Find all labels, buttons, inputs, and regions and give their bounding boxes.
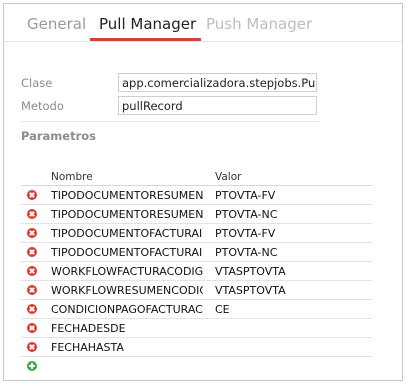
cell-valor[interactable]: PTOVTA-NC — [215, 208, 277, 221]
metodo-label: Metodo — [21, 99, 64, 113]
cell-nombre[interactable]: WORKFLOWRESUMENCODIC — [51, 284, 203, 297]
cell-valor[interactable]: CE — [215, 303, 230, 316]
active-tab-indicator — [90, 38, 201, 41]
table-row[interactable]: CONDICIONPAGOFACTURAC CE — [21, 300, 372, 319]
cell-valor[interactable]: VTASPTOVTA — [215, 265, 286, 278]
tab-bar: General Pull Manager Push Manager — [4, 4, 402, 42]
cell-valor[interactable]: PTOVTA-FV — [215, 227, 275, 240]
clase-field[interactable]: app.comercializadora.stepjobs.Punt — [118, 73, 317, 92]
table-row[interactable]: WORKFLOWRESUMENCODIC VTASPTOVTA — [21, 281, 372, 300]
clase-label: Clase — [21, 76, 53, 90]
cell-nombre[interactable]: TIPODOCUMENTORESUMEN — [51, 208, 203, 221]
delete-circle-icon[interactable] — [27, 285, 37, 295]
table-row[interactable]: FECHAHASTA — [21, 338, 372, 357]
cell-nombre[interactable]: WORKFLOWFACTURACODIG — [51, 265, 203, 278]
tab-general[interactable]: General — [27, 15, 86, 33]
delete-circle-icon[interactable] — [27, 209, 37, 219]
delete-circle-icon[interactable] — [27, 304, 37, 314]
cell-valor[interactable]: PTOVTA-NC — [215, 246, 277, 259]
column-header-nombre[interactable]: Nombre — [51, 171, 93, 183]
cell-nombre[interactable]: TIPODOCUMENTOFACTURAI — [51, 227, 203, 240]
cell-valor[interactable]: VTASPTOVTA — [215, 284, 286, 297]
delete-circle-icon[interactable] — [27, 247, 37, 257]
cell-valor[interactable]: PTOVTA-FV — [215, 189, 275, 202]
tab-push-manager[interactable]: Push Manager — [206, 15, 312, 33]
add-circle-icon[interactable] — [27, 361, 37, 371]
table-row[interactable]: TIPODOCUMENTORESUMEN PTOVTA-FV — [21, 186, 372, 205]
parametros-grid: Nombre Valor TIPODOCUMENTORESUMEN PTOVTA-… — [21, 170, 372, 375]
delete-circle-icon[interactable] — [27, 323, 37, 333]
table-row[interactable]: TIPODOCUMENTORESUMEN PTOVTA-NC — [21, 205, 372, 224]
metodo-field[interactable]: pullRecord — [118, 96, 317, 115]
cell-nombre[interactable]: FECHAHASTA — [51, 341, 203, 354]
cell-nombre[interactable]: TIPODOCUMENTOFACTURAI — [51, 246, 203, 259]
grid-rows: TIPODOCUMENTORESUMEN PTOVTA-FV TIPODOCUMEN… — [21, 186, 372, 357]
add-row — [21, 357, 372, 375]
section-divider — [21, 121, 320, 122]
grid-header: Nombre Valor — [21, 170, 372, 186]
delete-circle-icon[interactable] — [27, 190, 37, 200]
pull-manager-panel: General Pull Manager Push Manager Clase … — [3, 3, 403, 381]
cell-nombre[interactable]: CONDICIONPAGOFACTURAC — [51, 303, 203, 316]
cell-nombre[interactable]: TIPODOCUMENTORESUMEN — [51, 189, 203, 202]
parametros-title: Parametros — [21, 129, 97, 143]
cell-nombre[interactable]: FECHADESDE — [51, 322, 203, 335]
delete-circle-icon[interactable] — [27, 266, 37, 276]
table-row[interactable]: WORKFLOWFACTURACODIG VTASPTOVTA — [21, 262, 372, 281]
table-row[interactable]: FECHADESDE — [21, 319, 372, 338]
delete-circle-icon[interactable] — [27, 228, 37, 238]
tab-pull-manager[interactable]: Pull Manager — [99, 15, 196, 33]
table-row[interactable]: TIPODOCUMENTOFACTURAI PTOVTA-NC — [21, 243, 372, 262]
column-header-valor[interactable]: Valor — [215, 171, 241, 183]
delete-circle-icon[interactable] — [27, 342, 37, 352]
table-row[interactable]: TIPODOCUMENTOFACTURAI PTOVTA-FV — [21, 224, 372, 243]
